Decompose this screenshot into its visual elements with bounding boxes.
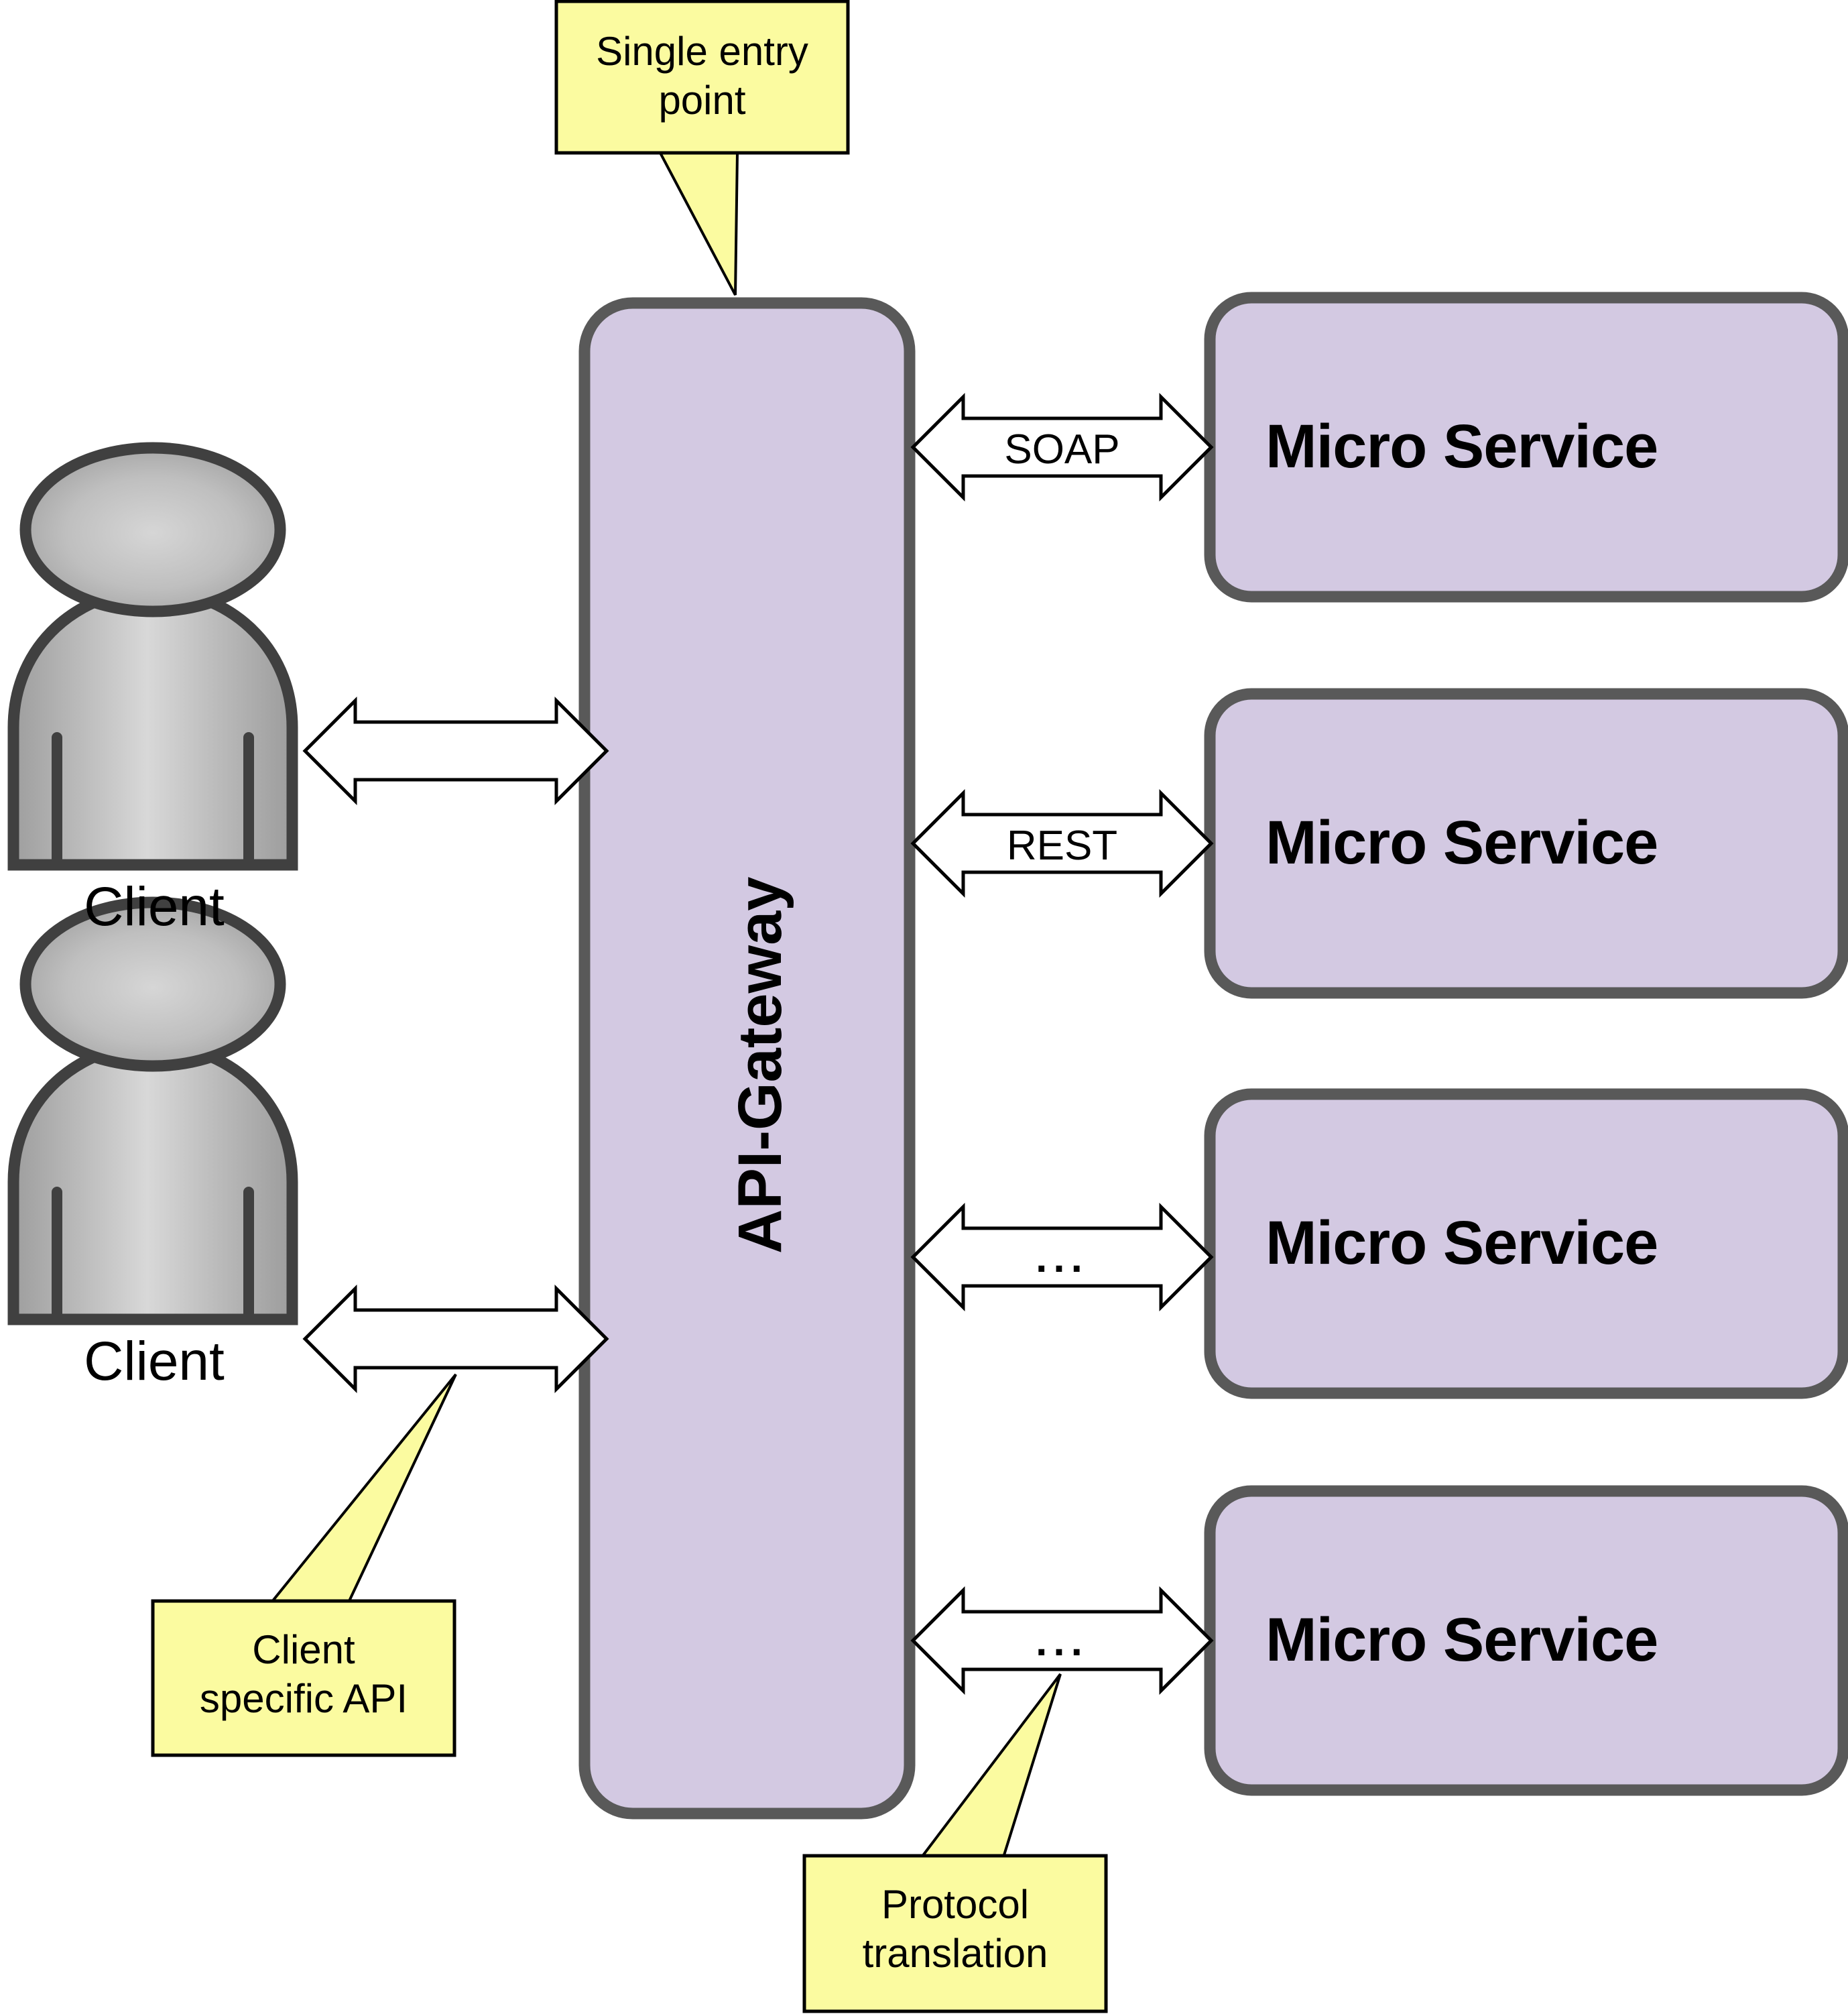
diagram-vector-layer [7, 0, 1848, 2013]
callout-client-specific-api-shape [151, 1373, 457, 1757]
micro-service-node-shape-3[interactable] [1204, 1088, 1848, 1399]
api-gateway-node-shape[interactable] [578, 297, 916, 1820]
micro-service-node-shape-2[interactable] [1204, 688, 1848, 999]
micro-service-node-shape-1[interactable] [1204, 292, 1848, 603]
connector-arrow-client-1 [302, 696, 609, 806]
connector-arrow-client-2 [302, 1284, 609, 1394]
micro-service-node-shape-4[interactable] [1204, 1485, 1848, 1796]
connector-arrow-service-1 [910, 392, 1214, 502]
diagram-canvas: Single entry point API-Gateway Client Cli… [0, 0, 1848, 2016]
connector-arrow-service-2 [910, 788, 1214, 898]
client-actor-shape-1 [7, 442, 298, 871]
client-actor-shape-2 [7, 896, 298, 1325]
callout-single-entry-point-shape [554, 0, 850, 296]
connector-arrow-service-4 [910, 1586, 1214, 1696]
connector-arrow-service-3 [910, 1202, 1214, 1312]
